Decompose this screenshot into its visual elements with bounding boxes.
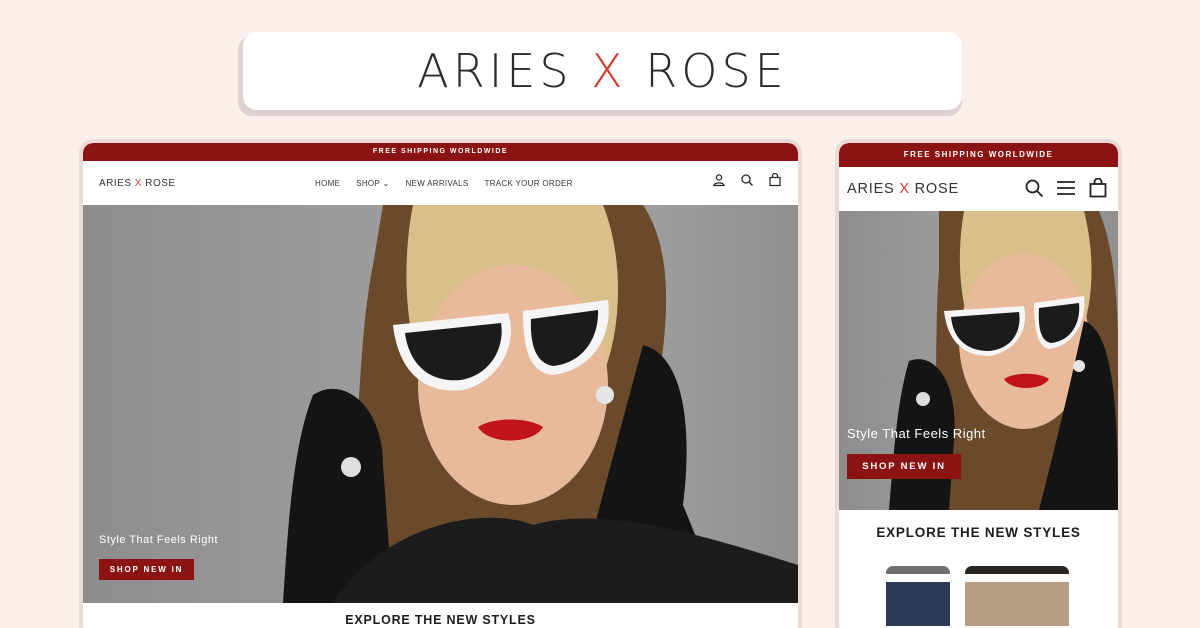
nav-home[interactable]: HOME (315, 179, 340, 188)
hero-tagline: Style That Feels Right (99, 534, 219, 546)
section-heading: EXPLORE THE NEW STYLES (345, 613, 536, 627)
desktop-preview: FREE SHIPPING WORLDWIDE ARIES X ROSE HOM… (79, 139, 802, 628)
nav-shop[interactable]: SHOP ⌄ (356, 179, 389, 188)
search-icon[interactable] (740, 173, 754, 187)
brand-logo: ARIES X ROSE (417, 44, 788, 98)
logo-banner: ARIES X ROSE (243, 32, 962, 110)
header-icons (712, 173, 782, 187)
hero-banner: Style That Feels Right SHOP NEW IN (83, 205, 798, 603)
menu-icon[interactable] (1056, 178, 1076, 198)
header-logo[interactable]: ARIES X ROSE (99, 178, 176, 189)
search-icon[interactable] (1024, 178, 1044, 198)
desktop-header: ARIES X ROSE HOME SHOP ⌄ NEW ARRIVALS TR… (83, 161, 798, 205)
shop-new-in-button[interactable]: SHOP NEW IN (847, 454, 961, 479)
nav-new-arrivals[interactable]: NEW ARRIVALS (405, 179, 468, 188)
product-thumbnail[interactable] (886, 566, 950, 626)
section-heading: EXPLORE THE NEW STYLES (876, 525, 1081, 540)
shop-new-in-button[interactable]: SHOP NEW IN (99, 559, 194, 580)
account-icon[interactable] (712, 173, 726, 187)
shipping-banner: FREE SHIPPING WORLDWIDE (839, 143, 1118, 167)
main-nav: HOME SHOP ⌄ NEW ARRIVALS TRACK YOUR ORDE… (315, 161, 589, 205)
nav-track-order[interactable]: TRACK YOUR ORDER (485, 179, 573, 188)
shipping-banner: FREE SHIPPING WORLDWIDE (83, 143, 798, 161)
chevron-down-icon: ⌄ (382, 178, 390, 188)
product-thumbnails (839, 540, 1118, 626)
hero-banner: Style That Feels Right SHOP NEW IN (839, 211, 1118, 510)
mobile-preview: FREE SHIPPING WORLDWIDE ARIES X ROSE Sty… (835, 139, 1122, 628)
header-logo[interactable]: ARIES X ROSE (847, 181, 959, 197)
cart-icon[interactable] (1088, 178, 1108, 198)
header-icons (1024, 178, 1108, 198)
hero-tagline: Style That Feels Right (847, 426, 986, 441)
cart-icon[interactable] (768, 173, 782, 187)
product-thumbnail[interactable] (965, 566, 1069, 626)
mobile-header: ARIES X ROSE (839, 167, 1118, 211)
